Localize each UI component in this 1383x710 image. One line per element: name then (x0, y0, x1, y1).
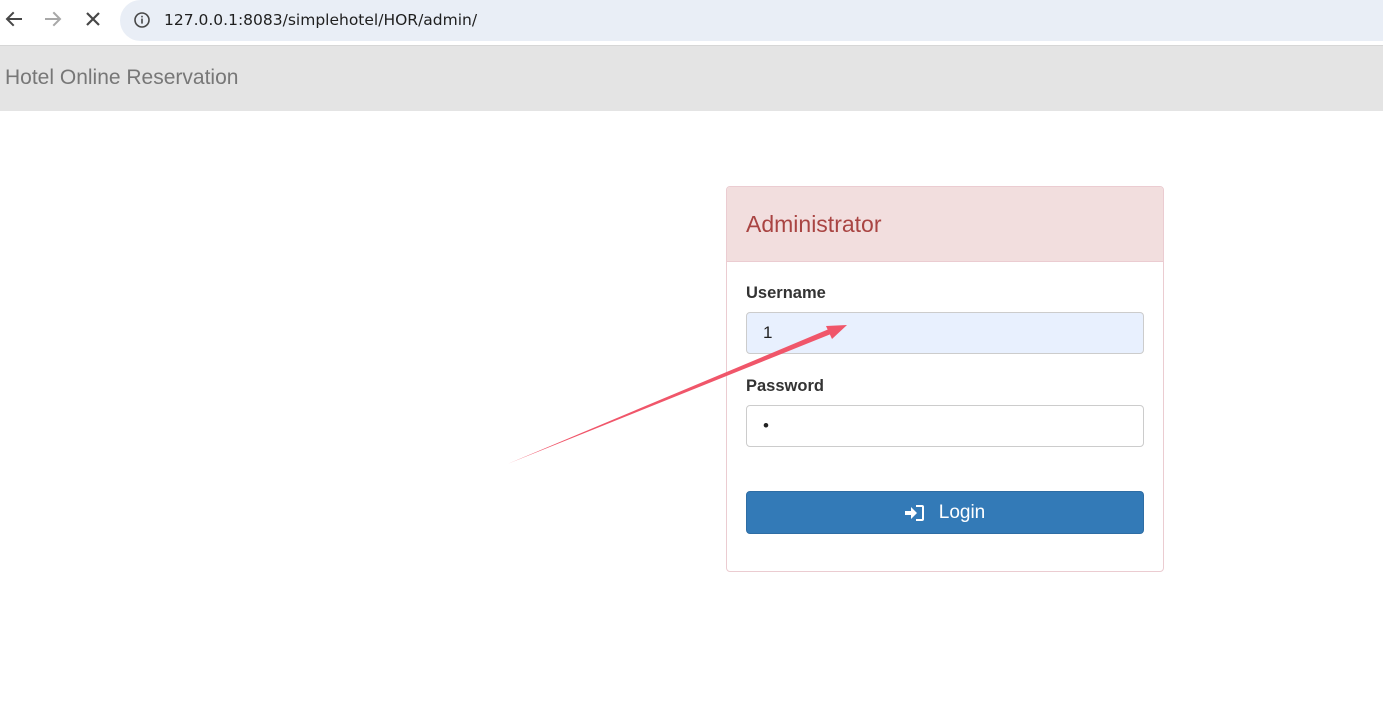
navbar-brand[interactable]: Hotel Online Reservation (5, 65, 238, 91)
stop-loading-button[interactable] (79, 5, 107, 33)
username-input[interactable]: 1 (746, 312, 1144, 354)
site-info-icon[interactable] (133, 11, 151, 29)
username-value: 1 (763, 323, 773, 342)
address-bar[interactable]: 127.0.0.1:8083/simplehotel/HOR/admin/ (120, 0, 1383, 41)
password-label: Password (746, 377, 824, 395)
forward-button[interactable] (39, 5, 67, 33)
panel-title: Administrator (746, 211, 882, 237)
back-arrow-icon (5, 11, 22, 27)
login-button-label: Login (938, 501, 986, 523)
site-navbar: Hotel Online Reservation (0, 45, 1383, 111)
back-button[interactable] (0, 5, 28, 33)
browser-toolbar: 127.0.0.1:8083/simplehotel/HOR/admin/ (0, 0, 1383, 42)
stop-loading-icon (86, 12, 100, 26)
password-mask: • (763, 416, 769, 435)
login-button[interactable]: Login (746, 491, 1144, 534)
panel-heading: Administrator (727, 187, 1163, 262)
sign-in-icon (904, 504, 924, 521)
username-label: Username (746, 284, 826, 302)
url-text: 127.0.0.1:8083/simplehotel/HOR/admin/ (164, 11, 478, 29)
login-panel: Administrator Username 1 Password • Logi… (726, 186, 1164, 572)
password-input[interactable]: • (746, 405, 1144, 447)
forward-arrow-icon (45, 11, 62, 27)
